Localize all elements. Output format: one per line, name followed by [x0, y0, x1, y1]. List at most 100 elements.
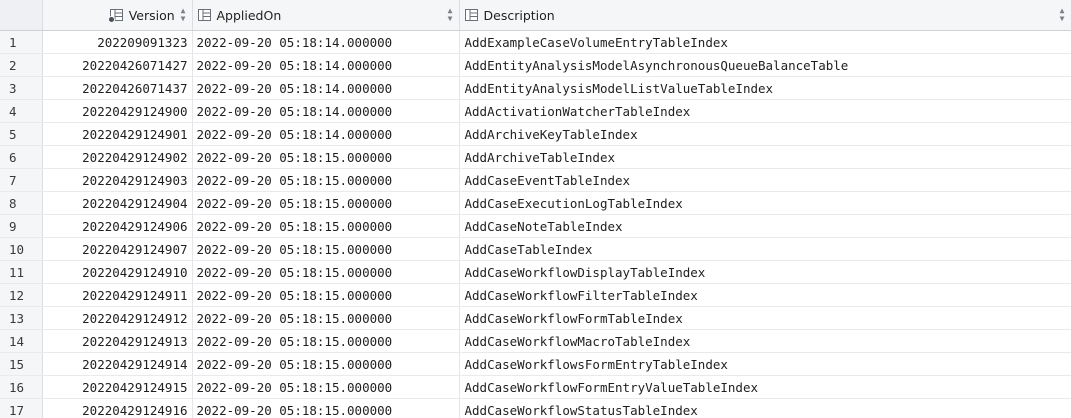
- cell-description[interactable]: AddCaseEventTableIndex: [459, 168, 1071, 192]
- table-row[interactable]: 8 20220429124904 2022-09-20 05:18:15.00000…: [0, 191, 1071, 215]
- row-number[interactable]: 10: [0, 237, 43, 261]
- cell-version[interactable]: 20220429124900: [42, 99, 193, 123]
- table-row[interactable]: 6 20220429124902 2022-09-20 05:18:15.00000…: [0, 145, 1071, 169]
- cell-description[interactable]: AddCaseWorkflowFormTableIndex: [459, 306, 1071, 330]
- cell-description[interactable]: AddCaseWorkflowDisplayTableIndex: [459, 260, 1071, 284]
- cell-description[interactable]: AddExampleCaseVolumeEntryTableIndex: [459, 30, 1071, 54]
- cell-version[interactable]: 20220429124906: [42, 214, 193, 238]
- cell-description[interactable]: AddCaseWorkflowMacroTableIndex: [459, 329, 1071, 353]
- cell-description[interactable]: AddCaseNoteTableIndex: [459, 214, 1071, 238]
- sort-arrows-icon[interactable]: ▲ ▼: [448, 7, 453, 23]
- column-header-label: AppliedOn: [216, 7, 282, 23]
- column-header-appliedon[interactable]: AppliedOn ▲ ▼: [192, 0, 460, 31]
- cell-version[interactable]: 20220426071437: [42, 76, 193, 100]
- table-row[interactable]: 2 20220426071427 2022-09-20 05:18:14.00000…: [0, 53, 1071, 77]
- cell-appliedon[interactable]: 2022-09-20 05:18:15.000000: [192, 260, 460, 284]
- cell-appliedon[interactable]: 2022-09-20 05:18:15.000000: [192, 191, 460, 215]
- sort-arrows-icon[interactable]: ▲ ▼: [181, 7, 186, 23]
- cell-version[interactable]: 20220429124901: [42, 122, 193, 146]
- table-row[interactable]: 3 20220426071437 2022-09-20 05:18:14.00000…: [0, 76, 1071, 100]
- row-number[interactable]: 15: [0, 352, 43, 376]
- cell-appliedon[interactable]: 2022-09-20 05:18:15.000000: [192, 398, 460, 418]
- row-number[interactable]: 6: [0, 145, 43, 169]
- column-header-description[interactable]: Description ▲ ▼: [459, 0, 1071, 31]
- cell-appliedon[interactable]: 2022-09-20 05:18:14.000000: [192, 30, 460, 54]
- table-row[interactable]: 15 20220429124914 2022-09-20 05:18:15.0000…: [0, 352, 1071, 376]
- row-number[interactable]: 8: [0, 191, 43, 215]
- cell-description[interactable]: AddCaseExecutionLogTableIndex: [459, 191, 1071, 215]
- cell-version[interactable]: 20220429124912: [42, 306, 193, 330]
- table-row[interactable]: 17 20220429124916 2022-09-20 05:18:15.0000…: [0, 398, 1071, 418]
- cell-appliedon[interactable]: 2022-09-20 05:18:14.000000: [192, 53, 460, 77]
- cell-version[interactable]: 20220429124910: [42, 260, 193, 284]
- column-header-version[interactable]: Version ▲ ▼: [42, 0, 193, 31]
- row-number[interactable]: 9: [0, 214, 43, 238]
- cell-description[interactable]: AddCaseWorkflowStatusTableIndex: [459, 398, 1071, 418]
- table-row[interactable]: 10 20220429124907 2022-09-20 05:18:15.0000…: [0, 237, 1071, 261]
- cell-appliedon[interactable]: 2022-09-20 05:18:14.000000: [192, 76, 460, 100]
- row-number[interactable]: 5: [0, 122, 43, 146]
- table-body: 1 202209091323 2022-09-20 05:18:14.000000 A…: [0, 30, 1071, 418]
- cell-appliedon[interactable]: 2022-09-20 05:18:14.000000: [192, 99, 460, 123]
- cell-version[interactable]: 202209091323: [42, 30, 193, 54]
- table-column-icon: [464, 9, 478, 21]
- row-number[interactable]: 16: [0, 375, 43, 399]
- cell-description[interactable]: AddCaseWorkflowsFormEntryTableIndex: [459, 352, 1071, 376]
- row-number[interactable]: 2: [0, 53, 43, 77]
- cell-description[interactable]: AddEntityAnalysisModelAsynchronousQueueB…: [459, 53, 1071, 77]
- cell-version[interactable]: 20220429124907: [42, 237, 193, 261]
- cell-description[interactable]: AddCaseTableIndex: [459, 237, 1071, 261]
- cell-appliedon[interactable]: 2022-09-20 05:18:15.000000: [192, 283, 460, 307]
- table-row[interactable]: 1 202209091323 2022-09-20 05:18:14.000000 A…: [0, 30, 1071, 54]
- row-number[interactable]: 3: [0, 76, 43, 100]
- table-row[interactable]: 7 20220429124903 2022-09-20 05:18:15.00000…: [0, 168, 1071, 192]
- cell-version[interactable]: 20220429124911: [42, 283, 193, 307]
- row-number[interactable]: 14: [0, 329, 43, 353]
- cell-version[interactable]: 20220429124913: [42, 329, 193, 353]
- table-row[interactable]: 14 20220429124913 2022-09-20 05:18:15.0000…: [0, 329, 1071, 353]
- cell-version[interactable]: 20220429124914: [42, 352, 193, 376]
- results-table: Version ▲ ▼ AppliedOn ▲ ▼ Description ▲ …: [0, 0, 1071, 418]
- cell-description[interactable]: AddArchiveKeyTableIndex: [459, 122, 1071, 146]
- cell-description[interactable]: AddArchiveTableIndex: [459, 145, 1071, 169]
- row-number[interactable]: 11: [0, 260, 43, 284]
- row-number[interactable]: 7: [0, 168, 43, 192]
- cell-version[interactable]: 20220429124904: [42, 191, 193, 215]
- cell-appliedon[interactable]: 2022-09-20 05:18:15.000000: [192, 352, 460, 376]
- row-number[interactable]: 12: [0, 283, 43, 307]
- cell-description[interactable]: AddEntityAnalysisModelListValueTableInde…: [459, 76, 1071, 100]
- cell-version[interactable]: 20220429124915: [42, 375, 193, 399]
- row-number[interactable]: 13: [0, 306, 43, 330]
- row-number[interactable]: 17: [0, 398, 43, 418]
- results-grid: Version ▲ ▼ AppliedOn ▲ ▼ Description ▲ …: [0, 0, 1071, 418]
- table-row[interactable]: 12 20220429124911 2022-09-20 05:18:15.0000…: [0, 283, 1071, 307]
- cell-description[interactable]: AddCaseWorkflowFormEntryValueTableIndex: [459, 375, 1071, 399]
- table-row[interactable]: 11 20220429124910 2022-09-20 05:18:15.0000…: [0, 260, 1071, 284]
- cell-appliedon[interactable]: 2022-09-20 05:18:15.000000: [192, 168, 460, 192]
- cell-appliedon[interactable]: 2022-09-20 05:18:15.000000: [192, 375, 460, 399]
- cell-description[interactable]: AddActivationWatcherTableIndex: [459, 99, 1071, 123]
- table-row[interactable]: 5 20220429124901 2022-09-20 05:18:14.00000…: [0, 122, 1071, 146]
- cell-version[interactable]: 20220429124916: [42, 398, 193, 418]
- table-row[interactable]: 9 20220429124906 2022-09-20 05:18:15.00000…: [0, 214, 1071, 238]
- column-header-label: Description: [483, 7, 555, 23]
- cell-description[interactable]: AddCaseWorkflowFilterTableIndex: [459, 283, 1071, 307]
- cell-appliedon[interactable]: 2022-09-20 05:18:15.000000: [192, 237, 460, 261]
- table-column-icon: [107, 9, 123, 23]
- cell-appliedon[interactable]: 2022-09-20 05:18:15.000000: [192, 214, 460, 238]
- row-number[interactable]: 1: [0, 30, 43, 54]
- cell-appliedon[interactable]: 2022-09-20 05:18:14.000000: [192, 122, 460, 146]
- primary-key-icon: [107, 16, 115, 23]
- cell-appliedon[interactable]: 2022-09-20 05:18:15.000000: [192, 329, 460, 353]
- cell-appliedon[interactable]: 2022-09-20 05:18:15.000000: [192, 306, 460, 330]
- sort-arrows-icon[interactable]: ▲ ▼: [1060, 7, 1065, 23]
- table-row[interactable]: 4 20220429124900 2022-09-20 05:18:14.00000…: [0, 99, 1071, 123]
- row-number[interactable]: 4: [0, 99, 43, 123]
- cell-version[interactable]: 20220429124902: [42, 145, 193, 169]
- cell-version[interactable]: 20220426071427: [42, 53, 193, 77]
- cell-appliedon[interactable]: 2022-09-20 05:18:15.000000: [192, 145, 460, 169]
- table-row[interactable]: 13 20220429124912 2022-09-20 05:18:15.0000…: [0, 306, 1071, 330]
- cell-version[interactable]: 20220429124903: [42, 168, 193, 192]
- table-row[interactable]: 16 20220429124915 2022-09-20 05:18:15.0000…: [0, 375, 1071, 399]
- row-number-header[interactable]: [0, 0, 43, 31]
